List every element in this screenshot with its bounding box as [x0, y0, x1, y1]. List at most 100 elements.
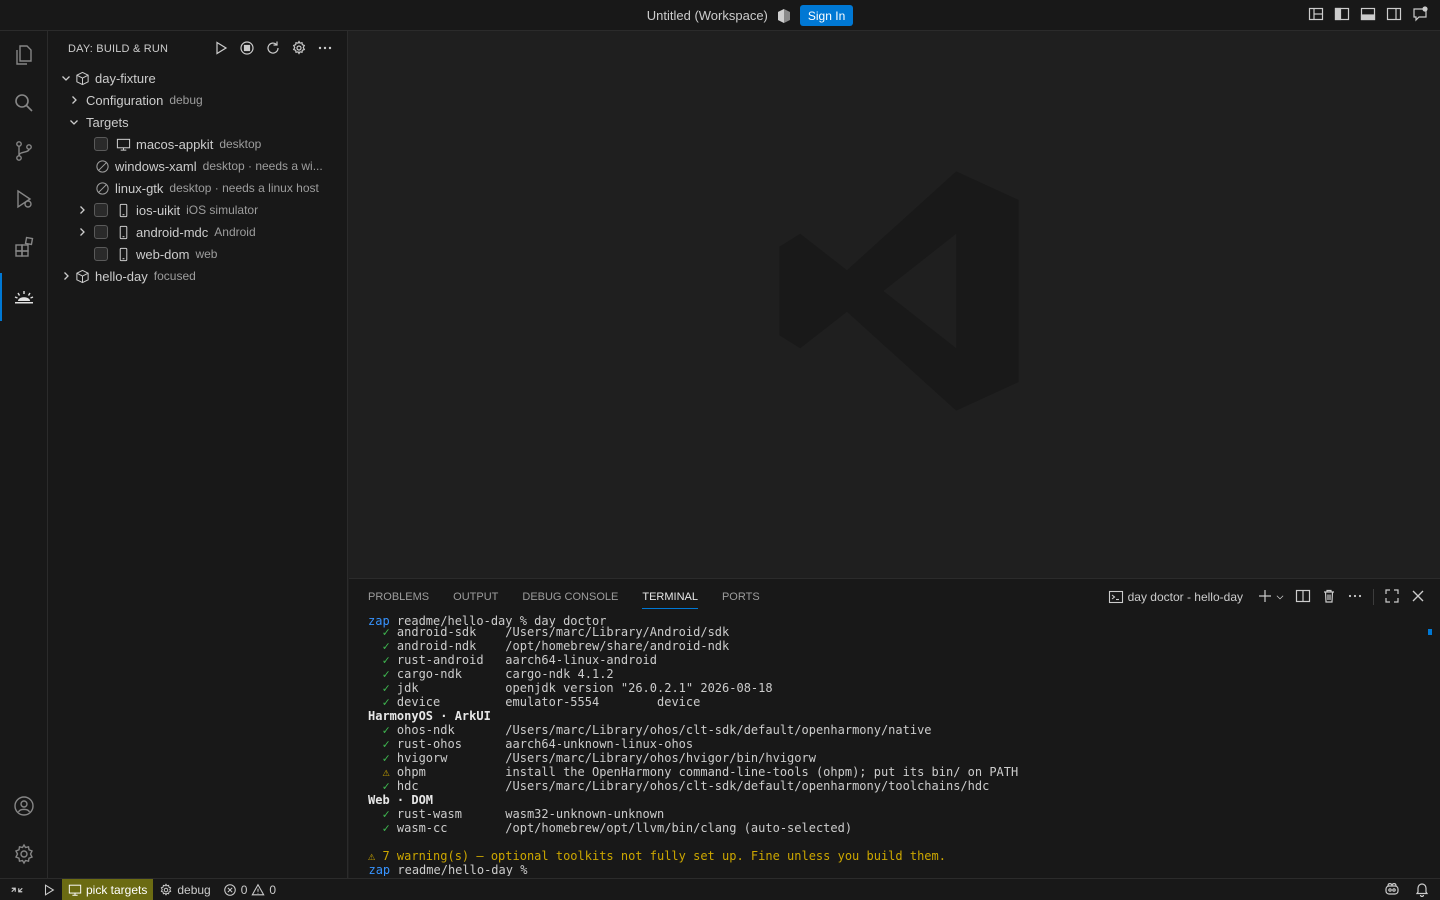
toggle-primary-sidebar-icon[interactable] — [1334, 6, 1350, 25]
extensions-icon[interactable] — [0, 223, 48, 271]
target-item-windows-xaml[interactable]: windows-xaml desktop · needs a wi... — [48, 155, 348, 177]
warning-count: 0 — [269, 882, 277, 897]
check-name: ohpm — [396, 765, 506, 779]
package-icon — [74, 268, 90, 284]
terminal-selector[interactable]: day doctor - hello-day — [1108, 589, 1243, 605]
target-checkbox[interactable] — [94, 137, 108, 151]
tab-output[interactable]: OUTPUT — [453, 579, 498, 615]
target-label: ios-uikit — [136, 202, 181, 218]
chevron-down-icon[interactable] — [1275, 590, 1285, 605]
chevron-right-icon[interactable] — [74, 224, 90, 240]
explorer-icon[interactable] — [0, 31, 48, 79]
copilot-icon[interactable] — [776, 8, 792, 24]
pick-targets-button[interactable]: pick targets — [62, 878, 154, 900]
tree-item-configuration[interactable]: Configuration debug — [48, 89, 348, 111]
tree-item-desc: debug — [169, 93, 203, 107]
check-value: install the OpenHarmony command-line-too… — [505, 765, 1019, 779]
chevron-right-icon[interactable] — [58, 268, 74, 284]
terminal-line: ○ zap readme/hello-day % — [368, 863, 1428, 876]
gear-icon[interactable] — [0, 830, 48, 878]
copilot-icon[interactable] — [1384, 881, 1400, 900]
check-mark: ✓ — [368, 807, 397, 821]
check-line: ✓ rust-android aarch64-linux-android — [368, 653, 1428, 667]
stop-icon[interactable] — [239, 40, 255, 59]
toggle-secondary-sidebar-icon[interactable] — [1386, 6, 1402, 25]
tab-problems[interactable]: PROBLEMS — [368, 579, 429, 615]
sidebar-title: DAY: BUILD & RUN — [68, 43, 169, 55]
notifications-icon[interactable] — [1414, 881, 1430, 900]
build-config-label: debug — [177, 882, 211, 897]
search-icon[interactable] — [0, 79, 48, 127]
tab-debug-console[interactable]: DEBUG CONSOLE — [522, 579, 618, 615]
section-heading: HarmonyOS · ArkUI — [368, 709, 491, 723]
check-mark: ✓ — [368, 737, 397, 751]
target-checkbox[interactable] — [94, 247, 108, 261]
customize-layout-icon[interactable] — [1308, 6, 1324, 25]
chevron-right-icon[interactable] — [66, 92, 82, 108]
web-section: ✓ rust-wasm wasm32-unknown-unknown ✓ was… — [368, 807, 1428, 835]
check-mark: ✓ — [368, 639, 397, 653]
activity-bar — [0, 31, 48, 878]
target-item-ios-uikit[interactable]: ios-uikit iOS simulator — [48, 199, 348, 221]
desktop-icon — [68, 884, 82, 896]
terminal-output[interactable]: zap readme/hello-day % day doctor ✓ andr… — [368, 614, 1428, 876]
settings-icon[interactable] — [291, 39, 307, 59]
window-title: Untitled (Workspace) — [646, 8, 768, 23]
day-build-icon[interactable] — [0, 273, 48, 321]
target-item-android-mdc[interactable]: android-mdc Android — [48, 221, 348, 243]
split-terminal-icon[interactable] — [1295, 588, 1311, 607]
check-value: openjdk version "26.0.2.1" 2026-08-18 — [505, 681, 773, 695]
chevron-down-icon[interactable] — [66, 114, 82, 130]
chevron-down-icon[interactable] — [58, 70, 74, 86]
disabled-icon — [94, 180, 110, 196]
tab-terminal[interactable]: TERMINAL — [642, 579, 698, 615]
check-value: /Users/marc/Library/ohos/clt-sdk/default… — [505, 779, 990, 793]
check-value: aarch64-unknown-linux-ohos — [505, 737, 694, 751]
run-icon[interactable] — [30, 879, 62, 900]
sign-in-button[interactable]: Sign In — [799, 5, 854, 26]
target-desc: web — [195, 247, 218, 261]
more-actions-icon[interactable] — [317, 40, 333, 59]
toggle-panel-icon[interactable] — [1360, 6, 1376, 25]
error-icon — [223, 883, 236, 896]
tree-item-label: Configuration — [86, 92, 164, 108]
tree-item-targets[interactable]: Targets — [48, 111, 348, 133]
tree-item-hello-day[interactable]: hello-day focused — [48, 265, 348, 287]
target-label: macos-appkit — [136, 136, 214, 152]
chevron-right-icon[interactable] — [74, 202, 90, 218]
tree-item-day-fixture[interactable]: day-fixture — [48, 67, 348, 89]
chat-icon[interactable] — [1412, 6, 1428, 25]
prompt-command: readme/hello-day % — [390, 863, 535, 876]
check-line: ✓ android-sdk /Users/marc/Library/Androi… — [368, 625, 1428, 639]
check-name: rust-android — [396, 653, 506, 667]
target-checkbox[interactable] — [94, 225, 108, 239]
run-debug-icon[interactable] — [0, 175, 48, 223]
check-name: android-ndk — [396, 639, 506, 653]
account-icon[interactable] — [0, 782, 48, 830]
source-control-icon[interactable] — [0, 127, 48, 175]
target-desc: iOS simulator — [186, 203, 259, 217]
check-name: hdc — [396, 779, 506, 793]
refresh-icon[interactable] — [265, 40, 281, 59]
target-item-web-dom[interactable]: web-dom web — [48, 243, 348, 265]
terminal-scrollbar[interactable] — [1428, 629, 1432, 635]
target-item-macos-appkit[interactable]: macos-appkit desktop — [48, 133, 348, 155]
target-item-linux-gtk[interactable]: linux-gtk desktop · needs a linux host — [48, 177, 348, 199]
problems-indicator[interactable]: 0 0 — [217, 879, 282, 900]
sidebar-actions — [213, 31, 333, 67]
android-section: ✓ android-sdk /Users/marc/Library/Androi… — [368, 625, 1428, 709]
close-icon[interactable] — [1410, 588, 1426, 607]
tree-item-label: day-fixture — [95, 70, 156, 86]
maximize-panel-icon[interactable] — [1384, 588, 1400, 607]
target-checkbox[interactable] — [94, 203, 108, 217]
run-icon[interactable] — [213, 40, 229, 59]
title-bar: Untitled (Workspace) Sign In — [0, 0, 1440, 31]
build-config-button[interactable]: debug — [153, 879, 216, 900]
new-terminal-icon[interactable] — [1257, 588, 1273, 607]
check-value: aarch64-linux-android — [505, 653, 657, 667]
more-actions-icon[interactable] — [1347, 588, 1363, 607]
trash-icon[interactable] — [1321, 588, 1337, 607]
tab-ports[interactable]: PORTS — [722, 579, 760, 615]
remote-icon[interactable] — [0, 879, 30, 900]
